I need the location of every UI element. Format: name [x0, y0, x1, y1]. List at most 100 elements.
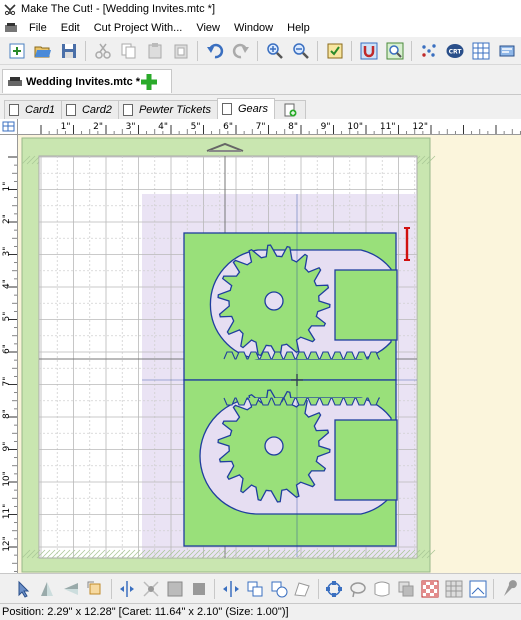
cart-button[interactable]: CRT — [442, 39, 467, 63]
extra-tool-button[interactable] — [494, 39, 519, 63]
add-page-button[interactable] — [273, 100, 306, 119]
undo-button[interactable] — [202, 39, 227, 63]
ruler-v-label: 7" — [2, 377, 12, 387]
scatter-button[interactable] — [416, 39, 441, 63]
save-disk-icon — [61, 43, 76, 58]
node-edit-button[interactable] — [323, 577, 346, 601]
ruler-v-label: 1" — [2, 182, 12, 192]
grid-layout-icon — [472, 42, 489, 59]
gear-shape-bottom[interactable] — [183, 379, 398, 547]
ruler-v-label: 9" — [2, 442, 12, 452]
paste-special-button[interactable] — [168, 39, 193, 63]
vertical-ruler[interactable]: 1" 2" 3" 4" 5" 6" 7" 8" 9" 10" 11" 12" — [0, 135, 18, 573]
ruler-h-label: 1" — [61, 122, 71, 132]
ruler-h-label: 5" — [191, 122, 201, 132]
save-button[interactable] — [56, 39, 81, 63]
flip-horizontal-icon — [64, 582, 79, 595]
copy-button[interactable] — [116, 39, 141, 63]
page-icon — [65, 104, 76, 116]
title-bar: Make The Cut! - [Wedding Invites.mtc *] — [0, 0, 521, 18]
flip-horizontal-button[interactable] — [60, 577, 83, 601]
blackout-button[interactable] — [442, 577, 465, 601]
shape-merge-icon — [271, 581, 288, 597]
select-tool-button[interactable] — [12, 577, 35, 601]
pattern-button[interactable] — [419, 577, 442, 601]
ruler-v-label: 2" — [2, 214, 12, 224]
main-toolbar: CRT — [0, 37, 521, 65]
ruler-v-label: 6" — [2, 344, 12, 354]
rotate-button[interactable] — [84, 577, 107, 601]
app-menu-icon[interactable] — [4, 22, 18, 34]
ruler-origin-icon — [2, 121, 15, 132]
paste-button[interactable] — [142, 39, 167, 63]
ruler-v-label: 8" — [2, 409, 12, 419]
menu-file[interactable]: File — [22, 22, 54, 34]
layout-grid-button[interactable] — [468, 39, 493, 63]
preview-button[interactable] — [382, 39, 407, 63]
wrench-icon — [503, 579, 517, 596]
document-tab[interactable]: Wedding Invites.mtc * — [2, 69, 172, 93]
cart-logo-icon: CRT — [446, 43, 463, 58]
tools-icon — [499, 45, 514, 56]
page-icon — [122, 104, 133, 116]
open-folder-icon — [34, 46, 51, 57]
tools-button[interactable] — [498, 577, 521, 601]
rotate-icon — [87, 581, 101, 594]
checker-pattern-icon — [421, 580, 439, 597]
ruler-h-label: 4" — [158, 122, 168, 132]
make-the-cut-app-icon — [4, 4, 16, 15]
ruler-v-label: 5" — [2, 312, 12, 322]
zoom-out-button[interactable] — [288, 39, 313, 63]
page-icon — [221, 103, 232, 115]
shape-merge-button[interactable] — [267, 577, 290, 601]
center-align-button[interactable] — [116, 577, 139, 601]
scissors-icon — [94, 43, 111, 59]
menu-window[interactable]: Window — [227, 22, 280, 34]
warp-button[interactable] — [371, 577, 394, 601]
gear-shape-top[interactable] — [183, 232, 398, 381]
ruler-v-label: 3" — [2, 247, 12, 257]
ruler-h-label: 9" — [321, 122, 331, 132]
center-page-button[interactable] — [219, 577, 242, 601]
ruler-v-label: 10" — [2, 471, 12, 487]
menu-edit[interactable]: Edit — [54, 22, 87, 34]
lasso-button[interactable] — [347, 577, 370, 601]
ruler-v-label: 11" — [2, 504, 12, 520]
zoom-out-icon — [292, 42, 309, 59]
ruler-corner[interactable] — [0, 119, 18, 135]
cut-button[interactable] — [90, 39, 115, 63]
align-center-icon — [120, 580, 135, 597]
new-button[interactable] — [4, 39, 29, 63]
properties-button[interactable] — [322, 39, 347, 63]
menu-view[interactable]: View — [189, 22, 227, 34]
horizontal-ruler[interactable]: 1" 2" 3" 4" 5" 6" 7" 8" 9" 10" 11" 12" — [18, 119, 521, 135]
shape-transform-button[interactable] — [291, 577, 314, 601]
menu-help[interactable]: Help — [280, 22, 317, 34]
distribute-button[interactable] — [140, 577, 163, 601]
shadow-button[interactable] — [187, 577, 210, 601]
redo-arrow-icon — [232, 43, 249, 58]
add-document-icon[interactable] — [139, 72, 159, 92]
open-button[interactable] — [30, 39, 55, 63]
menu-cut-project-with[interactable]: Cut Project With... — [87, 22, 190, 34]
svg-text:CRT: CRT — [448, 48, 462, 55]
line-image-button[interactable] — [466, 577, 489, 601]
shadow-layer-button[interactable] — [395, 577, 418, 601]
group-button[interactable] — [163, 577, 186, 601]
page-tab-strip: Card1 Card2 Pewter Tickets Gears — [0, 97, 521, 119]
page-tab-pewter-tickets[interactable]: Pewter Tickets — [117, 100, 218, 119]
weld-button[interactable] — [243, 577, 266, 601]
snap-button[interactable] — [356, 39, 381, 63]
page-tab-gears[interactable]: Gears — [216, 98, 275, 119]
line-image-icon — [469, 580, 487, 597]
zoom-in-button[interactable] — [262, 39, 287, 63]
page-tab-card2[interactable]: Card2 — [60, 100, 119, 119]
cutter-icon — [8, 76, 22, 86]
page-tab-card1[interactable]: Card1 — [4, 100, 62, 119]
redo-button[interactable] — [228, 39, 253, 63]
shadow-box-icon — [192, 582, 205, 595]
cutting-canvas[interactable] — [19, 136, 521, 573]
document-tab-strip: Wedding Invites.mtc * — [0, 65, 521, 95]
flip-vertical-button[interactable] — [36, 577, 59, 601]
window-title: Make The Cut! - [Wedding Invites.mtc *] — [21, 3, 216, 15]
